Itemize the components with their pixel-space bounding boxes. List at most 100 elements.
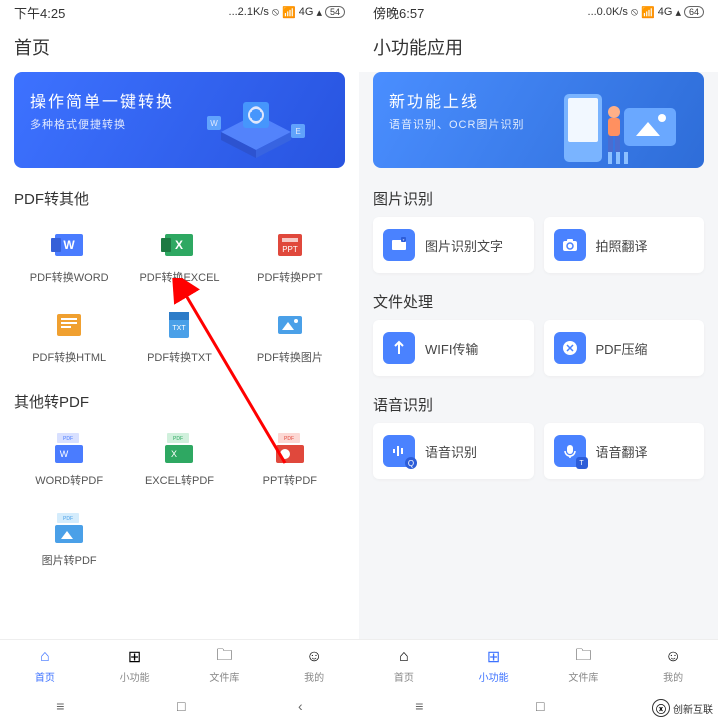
section-title-voice: 语音识别 [359, 386, 718, 423]
status-right: ...0.0K/s ⦸ 📶 4G ▴ 64 [588, 6, 704, 19]
status-bar: 傍晚6:57 ...0.0K/s ⦸ 📶 4G ▴ 64 [359, 0, 718, 24]
tabbar: ⌂ 首页 ⊞ 小功能 🗀 文件库 ☺ 我的 [0, 639, 359, 691]
item-label: PDF转换EXCEL [139, 269, 219, 285]
nav-home[interactable]: □ [177, 698, 185, 714]
item-label: PDF转换TXT [147, 349, 212, 365]
item-label: PDF转换图片 [257, 349, 323, 365]
watermark-logo: ⓧ [652, 699, 670, 717]
tab-home[interactable]: ⌂ 首页 [0, 640, 90, 691]
battery-badge: 64 [684, 6, 704, 18]
section-title-image-rec: 图片识别 [359, 180, 718, 217]
banner-illustration [524, 78, 694, 168]
section-title-file-proc: 文件处理 [359, 283, 718, 320]
compress-icon [554, 332, 586, 364]
signal2-icon: ▴ [675, 6, 681, 19]
watermark: ⓧ 创新互联 [648, 697, 717, 719]
net-speed: ...0.0K/s [588, 6, 628, 18]
grid-icon: ⊞ [125, 647, 145, 667]
tab-tools[interactable]: ⊞ 小功能 [90, 640, 180, 691]
item-pdf-to-word[interactable]: W PDF转换WORD [14, 217, 124, 297]
item-voice-translate[interactable]: T 语音翻译 [544, 423, 705, 479]
ocr-icon: T [383, 229, 415, 261]
item-ocr-text[interactable]: T 图片识别文字 [373, 217, 534, 273]
banner-illustration: W E [181, 82, 331, 162]
page-title: 首页 [0, 24, 359, 72]
svg-text:PDF: PDF [284, 436, 294, 442]
item-voice-rec[interactable]: Q 语音识别 [373, 423, 534, 479]
status-right: ...2.1K/s ⦸ 📶 4G ▴ 54 [229, 6, 345, 19]
item-label: 图片转PDF [42, 552, 97, 568]
section-title-to-pdf: 其他转PDF [0, 383, 359, 420]
item-pdf-compress[interactable]: PDF压缩 [544, 320, 705, 376]
signal2-icon: ▴ [316, 6, 322, 19]
item-image-to-pdf[interactable]: PDF 图片转PDF [14, 500, 124, 580]
tab-label: 文件库 [209, 669, 239, 684]
item-pdf-to-ppt[interactable]: PPT PDF转换PPT [235, 217, 345, 297]
spacer [359, 489, 718, 639]
item-label: 语音翻译 [596, 442, 648, 461]
spacer [0, 586, 359, 639]
txt-icon: TXT [159, 307, 199, 343]
phone-body: 新功能上线 语音识别、OCR图片识别 图片识别 T 图片识别文字 [359, 72, 718, 721]
item-excel-to-pdf[interactable]: PDF X EXCEL转PDF [124, 420, 234, 500]
item-wifi-transfer[interactable]: WIFI传输 [373, 320, 534, 376]
home-icon: ⌂ [35, 647, 55, 667]
camera-icon [554, 229, 586, 261]
image-icon [270, 307, 310, 343]
svg-text:PDF: PDF [63, 516, 73, 522]
item-label: PPT转PDF [263, 472, 317, 488]
voice-trans-icon: T [554, 435, 586, 467]
nav-menu[interactable]: ≡ [415, 698, 423, 714]
tab-profile[interactable]: ☺ 我的 [628, 640, 718, 691]
svg-text:X: X [175, 238, 183, 252]
nav-home[interactable]: □ [536, 698, 544, 714]
item-label: PDF压缩 [596, 339, 648, 358]
svg-text:E: E [295, 127, 300, 136]
item-label: EXCEL转PDF [145, 472, 214, 488]
nav-menu[interactable]: ≡ [56, 698, 64, 714]
item-pdf-to-excel[interactable]: X PDF转换EXCEL [124, 217, 234, 297]
battery-badge: 54 [325, 6, 345, 18]
tabbar: ⌂ 首页 ⊞ 小功能 🗀 文件库 ☺ 我的 [359, 639, 718, 691]
tab-tools[interactable]: ⊞ 小功能 [449, 640, 539, 691]
svg-text:X: X [171, 449, 177, 459]
mute-icon: ⦸ [272, 6, 279, 19]
item-label: 拍照翻译 [596, 236, 648, 255]
tab-profile[interactable]: ☺ 我的 [269, 640, 359, 691]
excel-pdf-icon: PDF X [159, 430, 199, 466]
nav-back[interactable]: ‹ [298, 698, 303, 714]
item-label: 图片识别文字 [425, 236, 503, 255]
html-icon [49, 307, 89, 343]
tab-label: 首页 [35, 669, 55, 684]
home-icon: ⌂ [394, 647, 414, 667]
item-label: PDF转换PPT [257, 269, 322, 285]
item-pdf-to-image[interactable]: PDF转换图片 [235, 297, 345, 377]
item-pdf-to-html[interactable]: PDF转换HTML [14, 297, 124, 377]
list-image-rec: T 图片识别文字 拍照翻译 [373, 217, 704, 273]
item-label: WIFI传输 [425, 339, 478, 358]
signal-icon: 📶 [641, 6, 655, 19]
item-photo-translate[interactable]: 拍照翻译 [544, 217, 705, 273]
svg-text:T: T [403, 238, 405, 242]
list-file-proc: WIFI传输 PDF压缩 [373, 320, 704, 376]
tab-label: 我的 [304, 669, 324, 684]
phone-right: 傍晚6:57 ...0.0K/s ⦸ 📶 4G ▴ 64 小功能应用 新功能上线… [359, 0, 718, 721]
tab-label: 我的 [663, 669, 683, 684]
status-bar: 下午4:25 ...2.1K/s ⦸ 📶 4G ▴ 54 [0, 0, 359, 24]
ppt-pdf-icon: PDF [270, 430, 310, 466]
tab-files[interactable]: 🗀 文件库 [539, 640, 629, 691]
banner[interactable]: 操作简单一键转换 多种格式便捷转换 W E [14, 72, 345, 168]
item-ppt-to-pdf[interactable]: PDF PPT转PDF [235, 420, 345, 500]
item-pdf-to-txt[interactable]: TXT PDF转换TXT [124, 297, 234, 377]
signal-label: 4G [299, 6, 314, 18]
net-speed: ...2.1K/s [229, 6, 269, 18]
grid-to-pdf: PDFW WORD转PDF PDF X EXCEL转PDF PDF PPT转PDF… [14, 420, 345, 580]
watermark-text: 创新互联 [673, 701, 713, 716]
banner[interactable]: 新功能上线 语音识别、OCR图片识别 [373, 72, 704, 168]
item-word-to-pdf[interactable]: PDFW WORD转PDF [14, 420, 124, 500]
svg-text:PDF: PDF [173, 436, 183, 442]
tab-label: 小功能 [479, 669, 509, 684]
page-title: 小功能应用 [359, 24, 718, 72]
tab-files[interactable]: 🗀 文件库 [180, 640, 270, 691]
tab-home[interactable]: ⌂ 首页 [359, 640, 449, 691]
